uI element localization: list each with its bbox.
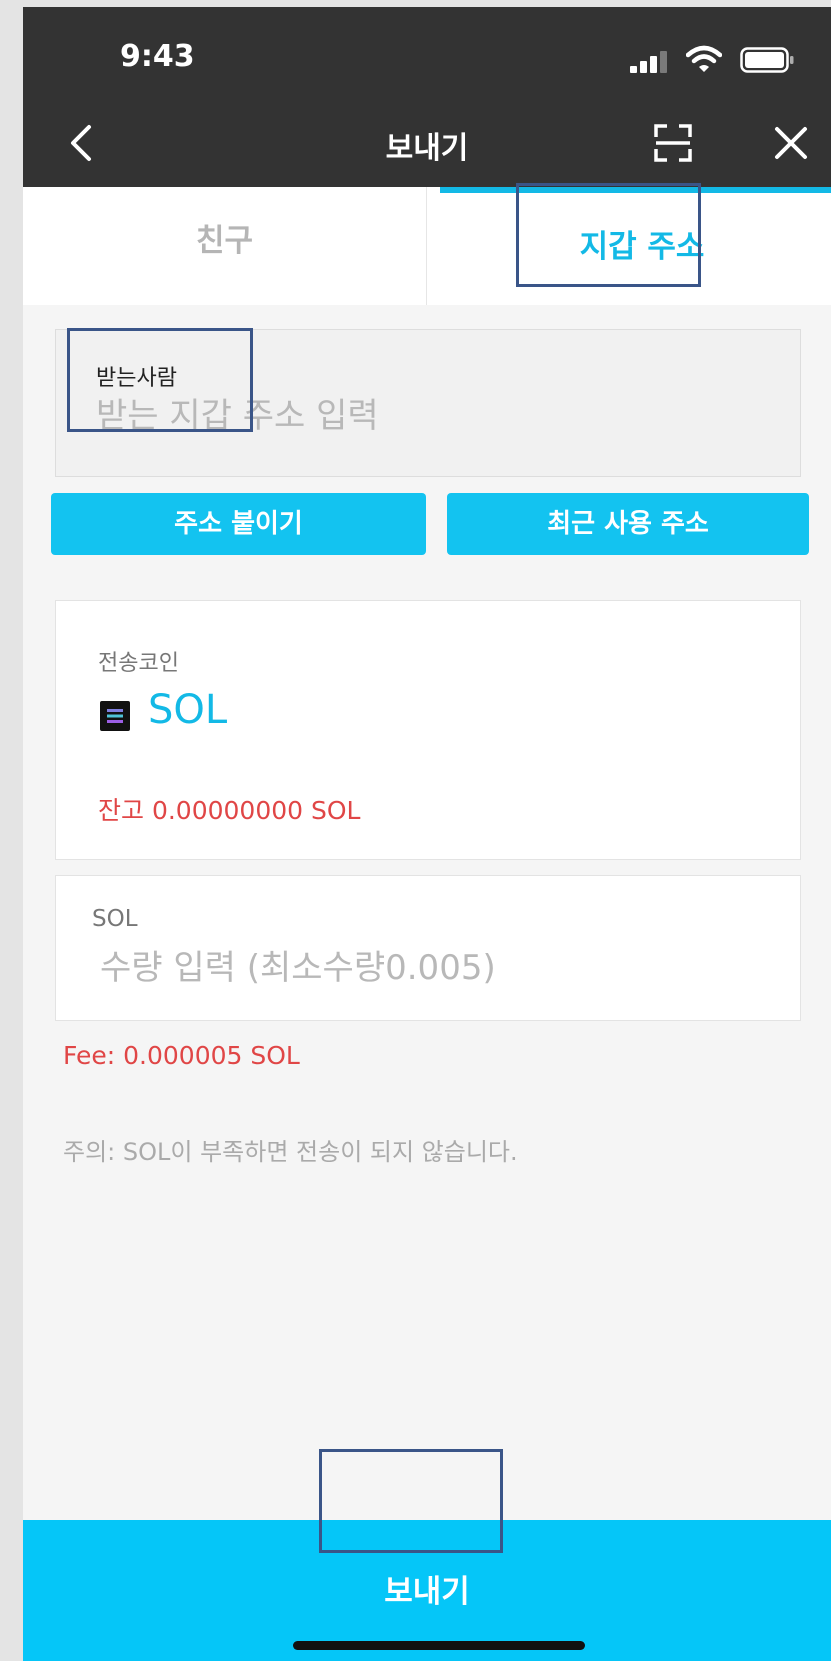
send-button-label: 보내기 xyxy=(384,1574,470,1610)
wifi-icon xyxy=(686,45,722,72)
status-time: 9:43 xyxy=(120,39,195,74)
recipient-address-input[interactable] xyxy=(96,396,776,436)
tab-friends[interactable]: 친구 xyxy=(23,187,427,305)
amount-input[interactable] xyxy=(100,948,780,988)
status-bar: 9:43 xyxy=(23,7,831,103)
paste-address-button[interactable]: 주소 붙이기 xyxy=(51,493,426,555)
phone-screen: 9:43 보내기 친구 지갑 주소 받는사람 받는 지갑 주소 입력 주소 붙이… xyxy=(23,7,831,1661)
recent-address-button[interactable]: 최근 사용 주소 xyxy=(447,493,809,555)
qr-scan-icon[interactable] xyxy=(651,121,695,165)
amount-unit-label: SOL xyxy=(92,906,138,932)
navigation-bar: 보내기 xyxy=(23,103,831,187)
amount-field[interactable]: SOL xyxy=(55,875,801,1021)
battery-icon xyxy=(740,47,794,73)
coin-name: SOL xyxy=(148,687,228,733)
home-indicator xyxy=(293,1641,585,1650)
send-button[interactable]: 보내기 xyxy=(23,1520,831,1661)
page-title: 보내기 xyxy=(385,131,469,166)
cellular-signal-icon xyxy=(630,51,672,73)
tab-wallet-address[interactable]: 지갑 주소 xyxy=(440,187,831,305)
coin-label: 전송코인 xyxy=(98,651,179,676)
recipient-field[interactable]: 받는사람 xyxy=(55,329,801,477)
recipient-label: 받는사람 xyxy=(96,366,177,391)
tab-bar: 친구 지갑 주소 xyxy=(23,187,831,305)
close-icon[interactable] xyxy=(771,123,811,163)
fee-text: Fee: 0.000005 SOL xyxy=(63,1041,300,1070)
solana-coin-icon xyxy=(100,701,130,731)
coin-selector[interactable]: 전송코인 SOL 잔고 0.00000000 SOL xyxy=(55,600,801,860)
coin-balance: 잔고 0.00000000 SOL xyxy=(98,796,361,825)
notice-text: 주의: SOL이 부족하면 전송이 되지 않습니다. xyxy=(63,1138,518,1166)
